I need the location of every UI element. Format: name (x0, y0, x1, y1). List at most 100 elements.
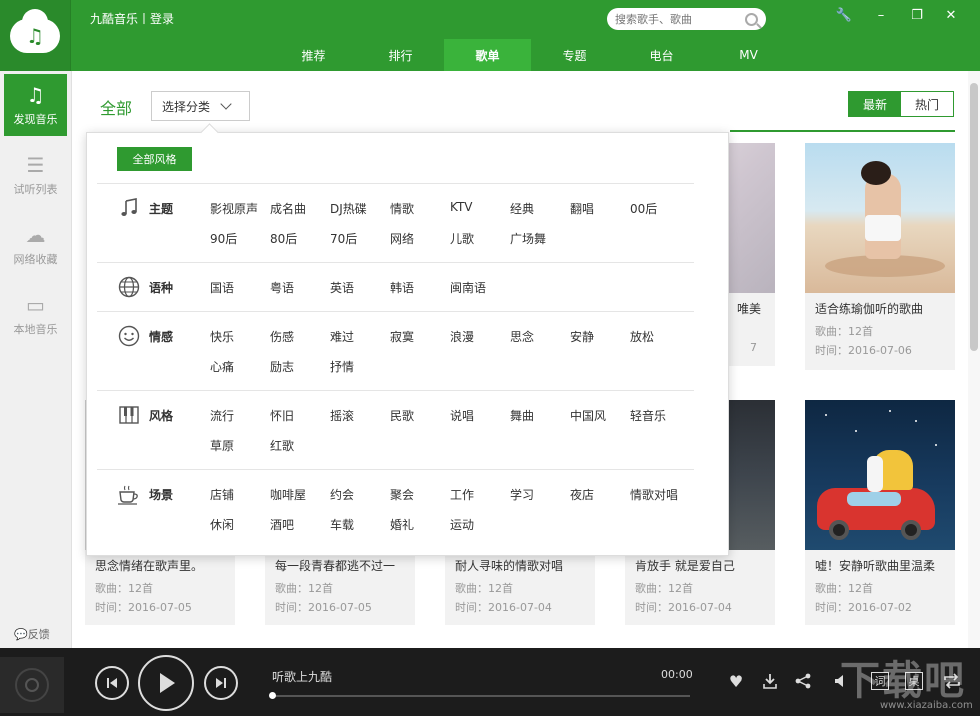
category-tag[interactable]: 情歌 (390, 200, 414, 217)
category-tag[interactable]: 说唱 (450, 407, 474, 424)
category-tag[interactable]: 闽南语 (450, 279, 486, 296)
category-tag[interactable]: 粤语 (270, 279, 294, 296)
category-tag[interactable]: 00后 (630, 200, 657, 217)
category-tag[interactable]: 励志 (270, 358, 294, 375)
feedback-button[interactable]: 💬反馈 (14, 626, 50, 642)
sort-latest-tab[interactable]: 最新 (849, 92, 901, 116)
category-tag[interactable]: 草原 (210, 437, 234, 454)
tab-ranking[interactable]: 排行 (357, 39, 444, 71)
category-tag[interactable]: 学习 (510, 486, 534, 503)
all-styles-button[interactable]: 全部风格 (117, 147, 192, 171)
category-tag[interactable]: 思念 (510, 328, 534, 345)
category-select[interactable]: 选择分类 (151, 91, 250, 121)
tab-radio[interactable]: 电台 (618, 39, 705, 71)
category-tag[interactable]: 安静 (570, 328, 594, 345)
sidebar-item-local[interactable]: ▭ 本地音乐 (4, 284, 67, 346)
category-tag[interactable]: 运动 (450, 516, 474, 533)
category-tag[interactable]: 咖啡屋 (270, 486, 306, 503)
previous-button[interactable] (95, 666, 129, 700)
category-tag[interactable]: 怀旧 (270, 407, 294, 424)
category-select-label: 选择分类 (162, 99, 211, 114)
category-tag[interactable]: 工作 (450, 486, 474, 503)
album-art[interactable] (0, 657, 64, 713)
watermark-logo: 下载吧 (840, 658, 966, 704)
category-tag[interactable]: 中国风 (570, 407, 606, 424)
category-tag[interactable]: 广场舞 (510, 230, 546, 247)
category-tag[interactable]: 寂寞 (390, 328, 414, 345)
category-tag[interactable]: 车载 (330, 516, 354, 533)
category-tag[interactable]: 浪漫 (450, 328, 474, 345)
category-tag[interactable]: 影视原声 (210, 200, 258, 217)
share-icon[interactable] (793, 671, 813, 691)
category-tag[interactable]: 抒情 (330, 358, 354, 375)
category-tag[interactable]: 红歌 (270, 437, 294, 454)
category-tag[interactable]: 放松 (630, 328, 654, 345)
playlist-time: 时间：2016-07-04 (455, 601, 552, 614)
search-box[interactable] (607, 8, 766, 30)
download-icon[interactable] (760, 671, 780, 691)
sidebar-item-discover[interactable]: ♫ 发现音乐 (4, 74, 67, 136)
category-tag[interactable]: 舞曲 (510, 407, 534, 424)
sidebar-item-playlist[interactable]: ☰ 试听列表 (4, 144, 67, 206)
category-tag[interactable]: 成名曲 (270, 200, 306, 217)
play-button[interactable] (138, 655, 194, 711)
category-tag[interactable]: 国语 (210, 279, 234, 296)
search-input[interactable] (615, 12, 745, 26)
category-tag[interactable]: 摇滚 (330, 407, 354, 424)
category-tag[interactable]: 70后 (330, 230, 357, 247)
tab-recommend[interactable]: 推荐 (270, 39, 357, 71)
category-tag[interactable]: KTV (450, 200, 472, 214)
category-tag[interactable]: 心痛 (210, 358, 234, 375)
category-tag[interactable]: 情歌对唱 (630, 486, 678, 503)
cloud-icon: ☁ (25, 223, 46, 247)
tab-mv[interactable]: MV (705, 39, 792, 71)
close-icon[interactable]: ✕ (941, 8, 961, 23)
category-tag[interactable]: 英语 (330, 279, 354, 296)
category-tag[interactable]: 酒吧 (270, 516, 294, 533)
category-tag[interactable]: 经典 (510, 200, 534, 217)
category-tag[interactable]: DJ热碟 (330, 200, 367, 217)
category-tag[interactable]: 流行 (210, 407, 234, 424)
all-category-label[interactable]: 全部 (100, 95, 132, 119)
tab-playlists[interactable]: 歌单 (444, 39, 531, 71)
scrollbar-thumb[interactable] (970, 83, 978, 351)
category-tag[interactable]: 伤感 (270, 328, 294, 345)
app-logo[interactable]: ♫ (0, 0, 71, 71)
category-tag[interactable]: 休闲 (210, 516, 234, 533)
top-bar: ♫ 九酷音乐丨登录 🔧 – ❐ ✕ 推荐 排行 歌单 专题 电台 MV (0, 0, 980, 71)
category-tag[interactable]: 难过 (330, 328, 354, 345)
search-icon[interactable] (745, 12, 758, 26)
category-tag[interactable]: 翻唱 (570, 200, 594, 217)
scrollbar[interactable] (968, 71, 980, 648)
category-tag[interactable]: 民歌 (390, 407, 414, 424)
playlist-title: 嘘！安静听歌曲里温柔 (815, 559, 936, 573)
playlist-card[interactable]: 嘘！安静听歌曲里温柔 歌曲：12首 时间：2016-07-02 (805, 400, 955, 625)
category-tag[interactable]: 约会 (330, 486, 354, 503)
playlist-time: 时间：2016-07-05 (95, 601, 192, 614)
category-tag[interactable]: 80后 (270, 230, 297, 247)
category-tag[interactable]: 轻音乐 (630, 407, 666, 424)
category-tag[interactable]: 网络 (390, 230, 414, 247)
category-tag[interactable]: 90后 (210, 230, 237, 247)
feedback-label: 反馈 (27, 628, 50, 641)
category-tag[interactable]: 聚会 (390, 486, 414, 503)
tab-topics[interactable]: 专题 (531, 39, 618, 71)
category-tag[interactable]: 婚礼 (390, 516, 414, 533)
category-tag[interactable]: 夜店 (570, 486, 594, 503)
category-tag[interactable]: 快乐 (210, 328, 234, 345)
next-button[interactable] (204, 666, 238, 700)
progress-bar[interactable] (269, 692, 690, 699)
coffee-cup-icon (117, 482, 141, 506)
restore-icon[interactable]: ❐ (907, 8, 927, 23)
settings-wrench-icon[interactable]: 🔧 (834, 8, 854, 23)
playlist-card[interactable]: 适合练瑜伽听的歌曲 歌曲：12首 时间：2016-07-06 (805, 143, 955, 370)
category-tag[interactable]: 韩语 (390, 279, 414, 296)
category-tag[interactable]: 儿歌 (450, 230, 474, 247)
sidebar-item-cloud[interactable]: ☁ 网络收藏 (4, 214, 67, 276)
sort-hot-tab[interactable]: 热门 (901, 92, 953, 116)
heart-icon[interactable]: ♥ (726, 671, 746, 691)
app-title-login[interactable]: 九酷音乐丨登录 (90, 10, 174, 27)
progress-knob[interactable] (269, 692, 276, 699)
minimize-icon[interactable]: – (871, 8, 891, 23)
category-tag[interactable]: 店铺 (210, 486, 234, 503)
